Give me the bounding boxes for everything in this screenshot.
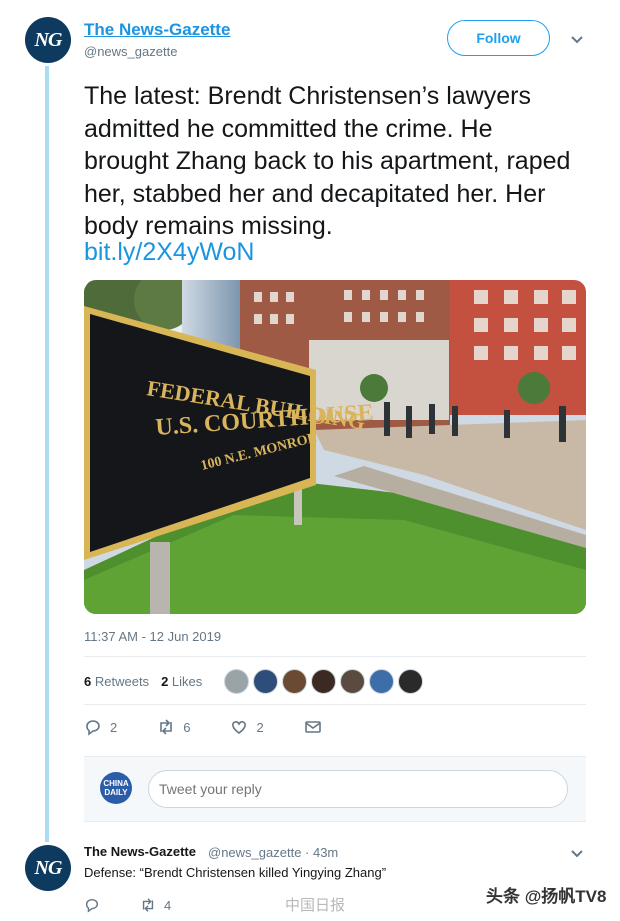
- avatar-logo-text: NG: [34, 28, 63, 51]
- liker-avatar[interactable]: [282, 669, 307, 694]
- tweet-timestamp[interactable]: 11:37 AM - 12 Jun 2019: [84, 629, 221, 644]
- like-count: 2: [256, 719, 264, 735]
- reply-icon: [86, 720, 100, 736]
- avatar-logo-text: NG: [34, 856, 63, 879]
- retweets-count: 6: [84, 674, 92, 689]
- retweet-icon: [142, 898, 154, 912]
- watermark-right: 头条 @扬帆TV8: [486, 887, 607, 906]
- retweets-stat[interactable]: 6 Retweets: [84, 674, 149, 689]
- reply-tweet-text: Defense: “Brendt Christensen killed Ying…: [84, 865, 387, 880]
- follow-button[interactable]: Follow: [447, 20, 550, 56]
- reply-tweet-actions: 4: [84, 897, 211, 913]
- chevron-down-icon[interactable]: [570, 35, 584, 45]
- like-action[interactable]: 2: [230, 718, 264, 736]
- watermark-center: 中国日报: [285, 897, 346, 914]
- liker-avatar[interactable]: [398, 669, 423, 694]
- retweet-action[interactable]: 6: [157, 718, 190, 736]
- retweet-icon: [160, 719, 173, 735]
- thread-line: [45, 66, 49, 842]
- retweet-count: 6: [183, 719, 191, 735]
- reply-author-name[interactable]: The News-Gazette: [84, 844, 196, 859]
- reply-action[interactable]: [84, 897, 100, 913]
- reply-input[interactable]: [148, 770, 568, 808]
- author-avatar[interactable]: NG: [25, 17, 71, 63]
- likes-count: 2: [161, 674, 169, 689]
- author-name[interactable]: The News-Gazette: [84, 20, 230, 40]
- tweet-photo[interactable]: FEDERAL BUILDING U.S. COURTHOUSE 100 N.E…: [84, 280, 586, 614]
- tweet-link[interactable]: bit.ly/2X4yWoN: [84, 238, 254, 267]
- reply-count: 2: [110, 719, 118, 735]
- liker-avatars: [224, 669, 423, 694]
- liker-avatar[interactable]: [340, 669, 365, 694]
- liker-avatar[interactable]: [224, 669, 249, 694]
- current-user-avatar[interactable]: CHINA DAILY: [100, 772, 132, 804]
- envelope-icon: [304, 721, 321, 733]
- tweet-text: The latest: Brendt Christensen’s lawyers…: [84, 82, 571, 240]
- heart-icon: [232, 720, 247, 734]
- tweet-actions: 2 6 2: [84, 718, 362, 736]
- reply-icon: [85, 898, 99, 913]
- chevron-down-icon[interactable]: [570, 849, 584, 859]
- divider: [84, 704, 586, 705]
- engagement-stats: 6 Retweets 2 Likes: [84, 674, 202, 689]
- liker-avatar[interactable]: [369, 669, 394, 694]
- liker-avatar[interactable]: [311, 669, 336, 694]
- divider: [84, 656, 586, 657]
- retweets-label: Retweets: [94, 674, 150, 689]
- retweet-action[interactable]: 4: [140, 897, 171, 913]
- direct-message-action[interactable]: [304, 718, 322, 736]
- reply-author-handle[interactable]: @news_gazette · 43m: [208, 845, 338, 860]
- likes-label: Likes: [171, 674, 203, 689]
- liker-avatar[interactable]: [253, 669, 278, 694]
- reply-author-avatar[interactable]: NG: [25, 845, 71, 891]
- author-handle[interactable]: @news_gazette: [84, 44, 177, 59]
- likes-stat[interactable]: 2 Likes: [161, 674, 202, 689]
- retweet-count: 4: [164, 897, 172, 913]
- reply-action[interactable]: 2: [84, 718, 117, 736]
